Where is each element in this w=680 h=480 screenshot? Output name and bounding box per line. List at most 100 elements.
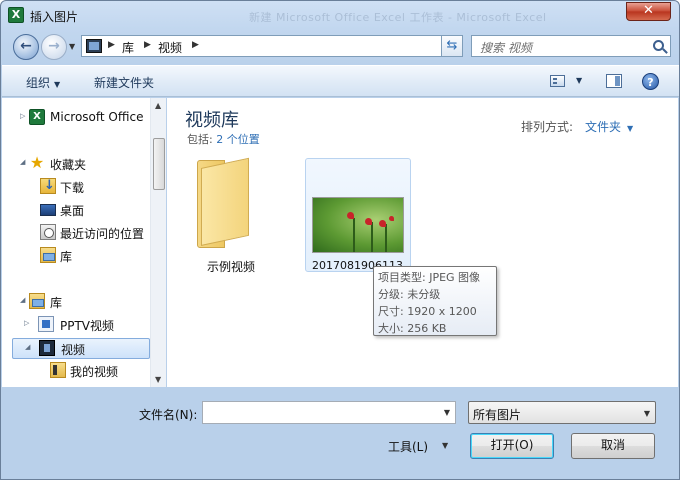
- arrange-by-value: 文件夹: [585, 120, 622, 134]
- filename-input[interactable]: ▼: [202, 401, 456, 424]
- nav-item-pptv[interactable]: ▷ PPTV视频: [24, 315, 148, 335]
- nav-label: 收藏夹: [50, 158, 87, 172]
- file-list-pane: 视频库 包括: 2 个位置 排列方式: 文件夹 ▼ 示例视频 2017081906…: [167, 98, 678, 387]
- red-flower: [365, 218, 372, 225]
- scrollbar-thumb[interactable]: [153, 138, 165, 190]
- video-library-icon: [39, 340, 55, 356]
- flower-stem: [385, 224, 387, 252]
- video-library-icon: [86, 39, 102, 53]
- breadcrumb-separator-icon[interactable]: ▶: [192, 40, 199, 50]
- arrange-by-label: 排列方式:: [521, 120, 574, 134]
- nav-item-libraries[interactable]: ◢ 库: [20, 292, 148, 312]
- back-arrow-icon: ←: [20, 38, 32, 54]
- background-window-title: 新建 Microsoft Office Excel 工作表 - Microsof…: [249, 11, 547, 24]
- nav-scrollbar[interactable]: ▲ ▼: [150, 98, 166, 387]
- scroll-down-icon[interactable]: ▼: [155, 375, 161, 384]
- expand-arrow-icon[interactable]: ▷: [24, 319, 29, 327]
- file-type-value: 所有图片: [473, 408, 522, 422]
- nav-item-downloads[interactable]: 下载: [38, 177, 148, 197]
- breadcrumb-library[interactable]: 库: [122, 39, 134, 56]
- title-bar: X 插入图片 新建 Microsoft Office Excel 工作表 - M…: [1, 1, 679, 29]
- star-icon: ★: [29, 153, 45, 172]
- includes-label: 包括:: [187, 133, 213, 146]
- download-folder-icon: [40, 178, 56, 194]
- search-box[interactable]: 搜索 视频: [471, 35, 671, 57]
- search-placeholder: 搜索 视频: [480, 41, 532, 55]
- library-locations-link[interactable]: 2 个位置: [216, 133, 260, 146]
- nav-label: 桌面: [60, 204, 85, 218]
- folder-item[interactable]: [193, 157, 257, 252]
- file-type-select[interactable]: 所有图片 ▼: [468, 401, 656, 424]
- desktop-icon: [40, 204, 56, 216]
- open-button[interactable]: 打开(O): [470, 433, 554, 459]
- chevron-down-icon: ▼: [643, 409, 650, 418]
- filename-dropdown-icon[interactable]: ▼: [444, 408, 450, 417]
- nav-item-microsoft-office[interactable]: ▷ X Microsoft Office: [20, 108, 148, 128]
- tools-dropdown-icon[interactable]: ▼: [442, 441, 448, 450]
- chevron-down-icon: ▼: [627, 124, 634, 133]
- forward-arrow-icon: →: [48, 38, 60, 54]
- image-file-item[interactable]: 2017081906113: [305, 158, 411, 272]
- change-view-icon[interactable]: [550, 75, 565, 87]
- refresh-button[interactable]: ⇆: [441, 35, 463, 57]
- recent-places-icon: [40, 224, 56, 240]
- image-thumbnail: [312, 197, 404, 253]
- file-info-tooltip: 项目类型: JPEG 图像 分级: 未分级 尺寸: 1920 x 1200 大小…: [373, 266, 497, 336]
- nav-item-videos[interactable]: ◢ 视频: [12, 338, 150, 359]
- address-bar[interactable]: ▶ 库 ▶ 视频 ▶ ▼: [81, 35, 461, 57]
- nav-item-favorites[interactable]: ◢ ★ 收藏夹: [20, 154, 148, 174]
- my-videos-icon: [50, 362, 66, 378]
- nav-label: 我的视频: [70, 365, 119, 379]
- close-button[interactable]: ✕: [626, 2, 671, 21]
- library-title: 视频库: [185, 110, 239, 131]
- navigation-pane: ▷ X Microsoft Office ◢ ★ 收藏夹 下载 桌面 最近访问的…: [2, 98, 166, 387]
- library-icon: [40, 247, 56, 263]
- breadcrumb-videos[interactable]: 视频: [158, 39, 182, 56]
- nav-item-desktop[interactable]: 桌面: [38, 200, 148, 220]
- filename-label: 文件名(N):: [139, 408, 198, 422]
- arrange-by-dropdown[interactable]: 文件夹 ▼: [585, 118, 633, 135]
- breadcrumb-separator-icon[interactable]: ▶: [108, 40, 115, 50]
- nav-item-library-shortcut[interactable]: 库: [38, 246, 148, 266]
- back-button[interactable]: ←: [13, 34, 39, 60]
- new-folder-button[interactable]: 新建文件夹: [94, 74, 154, 91]
- red-flower: [389, 216, 394, 221]
- nav-label: 库: [50, 296, 63, 310]
- red-flower: [379, 220, 386, 227]
- nav-label: 下载: [60, 181, 85, 195]
- tooltip-type: 项目类型: JPEG 图像: [378, 271, 481, 284]
- organize-menu[interactable]: 组织 ▼: [26, 74, 60, 91]
- tools-menu[interactable]: 工具(L): [388, 438, 428, 455]
- cancel-button[interactable]: 取消: [571, 433, 655, 459]
- forward-button[interactable]: →: [41, 34, 67, 60]
- collapse-arrow-icon[interactable]: ◢: [20, 296, 25, 304]
- nav-label: 视频: [61, 343, 86, 357]
- recent-pages-dropdown[interactable]: ▼: [69, 42, 75, 51]
- help-icon[interactable]: ?: [642, 73, 659, 90]
- collapse-arrow-icon[interactable]: ◢: [20, 158, 25, 166]
- library-includes: 包括: 2 个位置: [187, 131, 260, 147]
- collapse-arrow-icon[interactable]: ◢: [25, 343, 30, 351]
- nav-item-my-videos[interactable]: 我的视频: [50, 361, 148, 381]
- folder-name[interactable]: 示例视频: [207, 258, 255, 275]
- chevron-down-icon: ▼: [54, 80, 61, 89]
- insert-picture-dialog: X 插入图片 新建 Microsoft Office Excel 工作表 - M…: [0, 0, 680, 480]
- view-options-dropdown[interactable]: ▼: [576, 76, 582, 85]
- flower-stem: [353, 218, 355, 252]
- scroll-up-icon[interactable]: ▲: [155, 101, 161, 110]
- search-icon[interactable]: [653, 40, 664, 51]
- nav-item-recent-places[interactable]: 最近访问的位置: [38, 223, 150, 243]
- expand-arrow-icon[interactable]: ▷: [20, 112, 25, 120]
- command-bar: 组织 ▼ 新建文件夹 ▼ ?: [2, 65, 679, 97]
- tooltip-dimensions: 尺寸: 1920 x 1200: [378, 305, 477, 318]
- window-title: 插入图片: [30, 10, 79, 24]
- preview-pane-icon[interactable]: [606, 74, 622, 88]
- organize-label: 组织: [26, 76, 51, 90]
- tooltip-rating: 分级: 未分级: [378, 288, 441, 301]
- red-flower: [347, 212, 354, 219]
- breadcrumb-separator-icon[interactable]: ▶: [144, 40, 151, 50]
- excel-app-icon: X: [8, 7, 24, 23]
- tooltip-size: 大小: 256 KB: [378, 322, 447, 335]
- excel-icon: X: [29, 109, 45, 125]
- refresh-icon: ⇆: [446, 38, 458, 53]
